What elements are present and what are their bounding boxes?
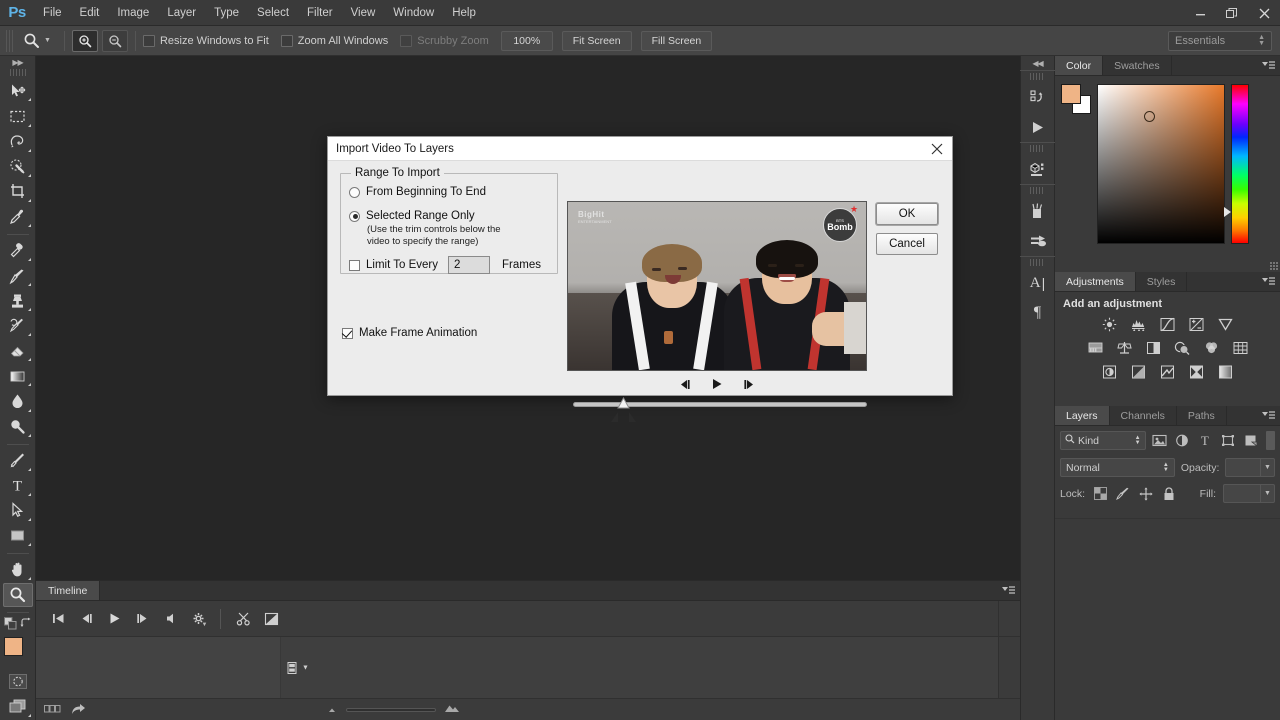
play-icon[interactable] bbox=[709, 377, 725, 391]
preview-playback-controls bbox=[567, 377, 867, 391]
radio-label: From Beginning To End bbox=[366, 186, 486, 198]
make-frame-animation-label: Make Frame Animation bbox=[359, 327, 478, 339]
dialog-titlebar: Import Video To Layers bbox=[328, 137, 952, 161]
video-preview[interactable]: BigHit ENTERTAINMENT BTS Bomb ★ bbox=[567, 201, 867, 371]
cancel-button[interactable]: Cancel bbox=[876, 233, 938, 255]
range-to-import-label: Range To Import bbox=[351, 167, 444, 179]
next-frame-icon[interactable] bbox=[741, 377, 757, 391]
frames-label: Frames bbox=[502, 259, 541, 271]
dialog-buttons: OK Cancel bbox=[876, 203, 938, 255]
trim-start-handle[interactable] bbox=[611, 412, 620, 425]
previous-frame-icon[interactable] bbox=[677, 377, 693, 391]
radio-label: Selected Range Only bbox=[366, 210, 475, 222]
dialog-title: Import Video To Layers bbox=[336, 142, 454, 155]
make-frame-animation-row[interactable]: Make Frame Animation bbox=[342, 327, 477, 339]
preview-sleeve bbox=[844, 302, 866, 354]
make-frame-animation-checkbox[interactable] bbox=[342, 327, 353, 339]
trim-end-handle[interactable] bbox=[627, 412, 636, 425]
preview-star-icon: ★ bbox=[850, 204, 859, 214]
dialog-body: Range To Import From Beginning To End Se… bbox=[328, 161, 952, 422]
ok-button[interactable]: OK bbox=[876, 203, 938, 225]
range-hint: (Use the trim controls below the video t… bbox=[367, 224, 527, 247]
video-trim-slider[interactable] bbox=[567, 396, 867, 422]
limit-frames-input[interactable]: 2 bbox=[448, 256, 491, 274]
limit-to-every-row: Limit To Every 2 Frames bbox=[349, 256, 557, 274]
radio-selected-range-only[interactable]: Selected Range Only bbox=[349, 210, 557, 222]
logo-main-text: Bomb bbox=[827, 222, 853, 232]
range-hint-line2: video to specify the range) bbox=[367, 235, 479, 247]
range-hint-line1: (Use the trim controls below the bbox=[367, 224, 501, 235]
import-video-to-layers-dialog: Import Video To Layers Range To Import F… bbox=[327, 136, 953, 422]
watermark-text: BigHit bbox=[578, 210, 605, 219]
foreground-color-swatch[interactable] bbox=[1061, 84, 1081, 104]
video-preview-area: BigHit ENTERTAINMENT BTS Bomb ★ bbox=[567, 201, 867, 422]
range-to-import-group: Range To Import From Beginning To End Se… bbox=[340, 167, 558, 274]
radio-button[interactable] bbox=[349, 186, 360, 198]
radio-button[interactable] bbox=[349, 210, 360, 222]
playhead-thumb[interactable] bbox=[617, 396, 630, 410]
limit-to-every-checkbox[interactable] bbox=[349, 259, 360, 271]
watermark-subtext: ENTERTAINMENT bbox=[578, 219, 612, 224]
preview-watermark: BigHit ENTERTAINMENT bbox=[578, 210, 612, 224]
modal-overlay: Import Video To Layers Range To Import F… bbox=[0, 0, 1280, 720]
photoshop-window: Ps File Edit Image Layer Type Select Fil… bbox=[0, 0, 1280, 720]
radio-from-beginning-to-end[interactable]: From Beginning To End bbox=[349, 186, 557, 198]
close-icon[interactable] bbox=[926, 139, 948, 159]
limit-to-every-label: Limit To Every bbox=[366, 259, 439, 271]
preview-person-right bbox=[718, 238, 858, 370]
